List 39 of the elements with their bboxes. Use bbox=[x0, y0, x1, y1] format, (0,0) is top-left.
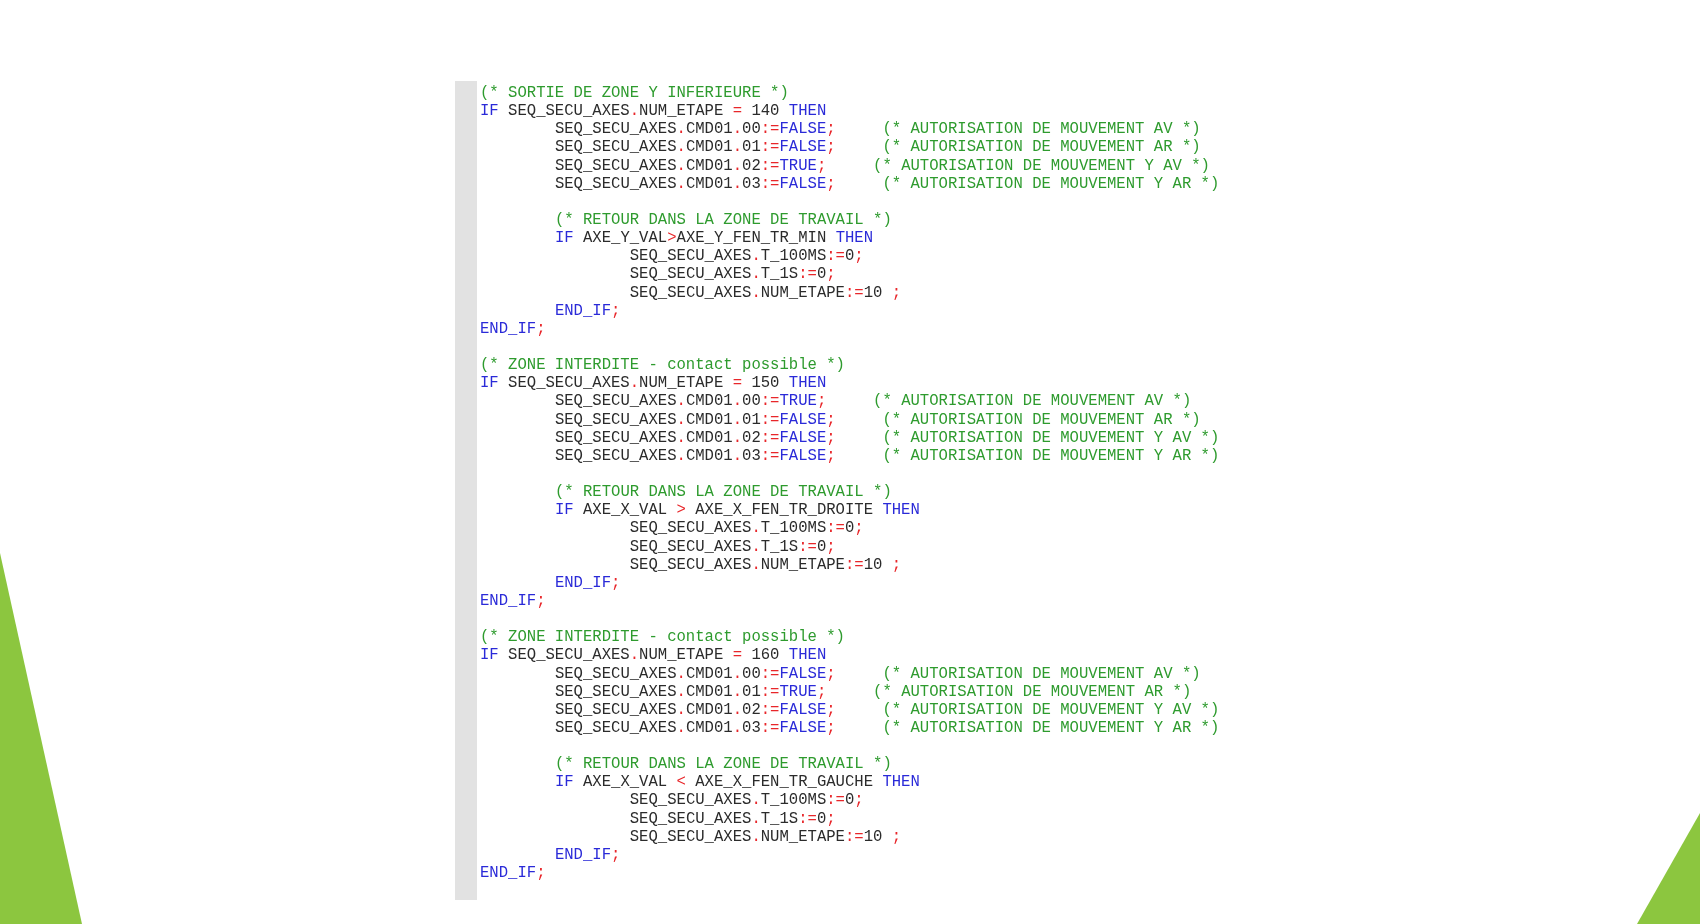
code-line: END_IF; bbox=[480, 591, 546, 611]
code-line: SEQ_SECU_AXES.CMD01.01:=FALSE; (* AUTORISATION DE MOUVEMENT AR *) bbox=[553, 138, 1201, 157]
code-line: END_IF; bbox=[553, 573, 621, 592]
code-line: SEQ_SECU_AXES.CMD01.01:=TRUE; (* AUTORISATION DE MOUVEMENT AR *) bbox=[553, 682, 1192, 701]
code-line: IF AXE_Y_VAL>AXE_Y_FEN_TR_MIN THEN bbox=[553, 229, 874, 248]
code-line: SEQ_SECU_AXES.T_100MS:=0; bbox=[628, 247, 864, 266]
code-line: SEQ_SECU_AXES.CMD01.00:=FALSE; (* AUTORISATION DE MOUVEMENT AV *) bbox=[553, 664, 1201, 683]
code-line: SEQ_SECU_AXES.CMD01.00:=FALSE; (* AUTORISATION DE MOUVEMENT AV *) bbox=[553, 120, 1201, 139]
code-line: SEQ_SECU_AXES.CMD01.03:=FALSE; (* AUTORISATION DE MOUVEMENT Y AR *) bbox=[553, 718, 1220, 738]
code-line: IF AXE_X_VAL > AXE_X_FEN_TR_DROITE THEN bbox=[553, 501, 920, 520]
code-line: END_IF; bbox=[553, 301, 621, 320]
code-line: SEQ_SECU_AXES.CMD01.01:=FALSE; (* AUTORISATION DE MOUVEMENT AR *) bbox=[553, 410, 1201, 429]
code-line: IF SEQ_SECU_AXES.NUM_ETAPE = 160 THEN bbox=[480, 646, 827, 665]
code-line: SEQ_SECU_AXES.T_100MS:=0; bbox=[628, 519, 864, 538]
code-line: (* RETOUR DANS LA ZONE DE TRAVAIL *) bbox=[553, 755, 892, 774]
code-line: (* ZONE INTERDITE - contact possible *) bbox=[480, 356, 845, 375]
code-line: SEQ_SECU_AXES.CMD01.02:=FALSE; (* AUTORISATION DE MOUVEMENT Y AV *) bbox=[553, 428, 1220, 447]
code-line: SEQ_SECU_AXES.T_100MS:=0; bbox=[628, 791, 864, 810]
code-line: SEQ_SECU_AXES.NUM_ETAPE:=10 ; bbox=[628, 555, 902, 574]
code-line: SEQ_SECU_AXES.CMD01.03:=FALSE; (* AUTORISATION DE MOUVEMENT Y AR *) bbox=[553, 174, 1220, 193]
code-line: SEQ_SECU_AXES.T_1S:=0; bbox=[628, 537, 836, 556]
code-line: IF AXE_X_VAL < AXE_X_FEN_TR_GAUCHE THEN bbox=[553, 773, 920, 792]
code-line: SEQ_SECU_AXES.CMD01.00:=TRUE; (* AUTORISATION DE MOUVEMENT AV *) bbox=[553, 392, 1192, 411]
code-line: SEQ_SECU_AXES.NUM_ETAPE:=10 ; bbox=[628, 283, 902, 302]
code-line: (* RETOUR DANS LA ZONE DE TRAVAIL *) bbox=[553, 483, 892, 502]
code-line: SEQ_SECU_AXES.NUM_ETAPE:=10 ; bbox=[628, 827, 902, 846]
code-line: (* ZONE INTERDITE - contact possible *) bbox=[480, 628, 845, 647]
code-line: SEQ_SECU_AXES.CMD01.02:=TRUE; (* AUTORISATION DE MOUVEMENT Y AV *) bbox=[553, 156, 1210, 175]
code-line: SEQ_SECU_AXES.T_1S:=0; bbox=[628, 809, 836, 828]
code-line: END_IF; bbox=[553, 845, 621, 865]
code-line: SEQ_SECU_AXES.CMD01.03:=FALSE; (* AUTORISATION DE MOUVEMENT Y AR *) bbox=[553, 446, 1220, 465]
code-line: (* RETOUR DANS LA ZONE DE TRAVAIL *) bbox=[553, 211, 892, 230]
code-line: IF SEQ_SECU_AXES.NUM_ETAPE = 140 THEN bbox=[480, 102, 827, 121]
code-line: END_IF; bbox=[480, 864, 546, 883]
code-line: IF SEQ_SECU_AXES.NUM_ETAPE = 150 THEN bbox=[480, 374, 827, 393]
code-line: (* SORTIE DE ZONE Y INFERIEURE *) bbox=[480, 84, 789, 103]
code-line: SEQ_SECU_AXES.T_1S:=0; bbox=[628, 265, 836, 284]
code-line: END_IF; bbox=[480, 319, 546, 338]
code-line: SEQ_SECU_AXES.CMD01.02:=FALSE; (* AUTORISATION DE MOUVEMENT Y AV *) bbox=[553, 700, 1220, 719]
